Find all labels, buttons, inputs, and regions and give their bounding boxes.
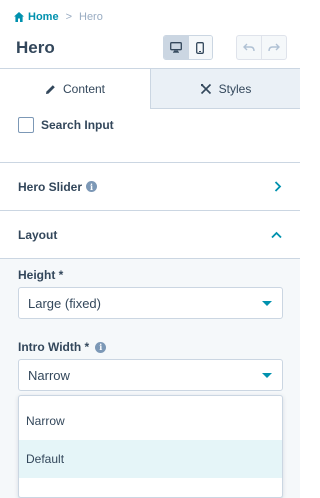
height-select-value: Large (fixed) bbox=[28, 295, 101, 311]
search-input-checkbox[interactable] bbox=[18, 117, 34, 133]
tab-content-label: Content bbox=[62, 82, 106, 96]
intro-width-field-label: Intro Width * i bbox=[18, 340, 107, 354]
styles-icon bbox=[200, 83, 211, 94]
tab-styles[interactable]: Styles bbox=[151, 69, 300, 109]
pencil-icon bbox=[45, 84, 55, 94]
mobile-icon bbox=[196, 41, 205, 54]
section-hero-slider-label: Hero Slider bbox=[18, 179, 83, 194]
undo-button[interactable] bbox=[237, 36, 261, 59]
breadcrumb-separator: > bbox=[65, 11, 72, 23]
search-input-field: Search Input bbox=[18, 117, 114, 133]
editor-header: Home > Hero Hero bbox=[0, 0, 300, 69]
chevron-up-icon bbox=[271, 231, 282, 238]
page-title: Hero bbox=[16, 38, 55, 57]
info-icon[interactable]: i bbox=[95, 341, 107, 353]
mobile-preview-button[interactable] bbox=[187, 36, 212, 59]
chevron-right-icon bbox=[274, 181, 282, 192]
search-input-label: Search Input bbox=[41, 118, 114, 132]
breadcrumb-home-link[interactable]: Home bbox=[14, 11, 59, 23]
panel-tabs: Content Styles bbox=[0, 69, 300, 109]
section-hero-slider-heading: Hero Slider i bbox=[18, 179, 98, 194]
intro-width-dropdown-menu: Narrow Default bbox=[18, 395, 283, 498]
redo-button[interactable] bbox=[261, 36, 286, 59]
device-preview-toggle bbox=[163, 35, 213, 60]
tab-content[interactable]: Content bbox=[0, 69, 151, 109]
dropdown-option-narrow[interactable]: Narrow bbox=[19, 402, 282, 440]
undo-icon bbox=[243, 43, 255, 52]
intro-width-label: Intro Width * bbox=[18, 340, 90, 354]
dropdown-option-default[interactable]: Default bbox=[19, 440, 282, 478]
desktop-preview-button[interactable] bbox=[164, 36, 188, 59]
breadcrumb-current: Hero bbox=[79, 11, 103, 23]
breadcrumb-home-label: Home bbox=[28, 11, 59, 23]
caret-down-icon bbox=[262, 372, 272, 378]
breadcrumb: Home > Hero bbox=[14, 11, 103, 23]
desktop-icon bbox=[170, 42, 182, 53]
height-select[interactable]: Large (fixed) bbox=[18, 287, 283, 319]
intro-width-select[interactable]: Narrow bbox=[18, 359, 283, 391]
info-icon[interactable]: i bbox=[86, 181, 98, 192]
section-layout[interactable]: Layout bbox=[0, 210, 300, 258]
home-icon bbox=[14, 12, 24, 22]
caret-down-icon bbox=[262, 300, 272, 306]
undo-redo-group bbox=[236, 35, 287, 60]
section-hero-slider[interactable]: Hero Slider i bbox=[0, 162, 300, 210]
height-field-label: Height * bbox=[18, 268, 64, 282]
tab-styles-label: Styles bbox=[218, 81, 252, 96]
section-layout-label: Layout bbox=[18, 227, 58, 242]
redo-icon bbox=[268, 43, 281, 52]
intro-width-select-value: Narrow bbox=[28, 367, 70, 383]
